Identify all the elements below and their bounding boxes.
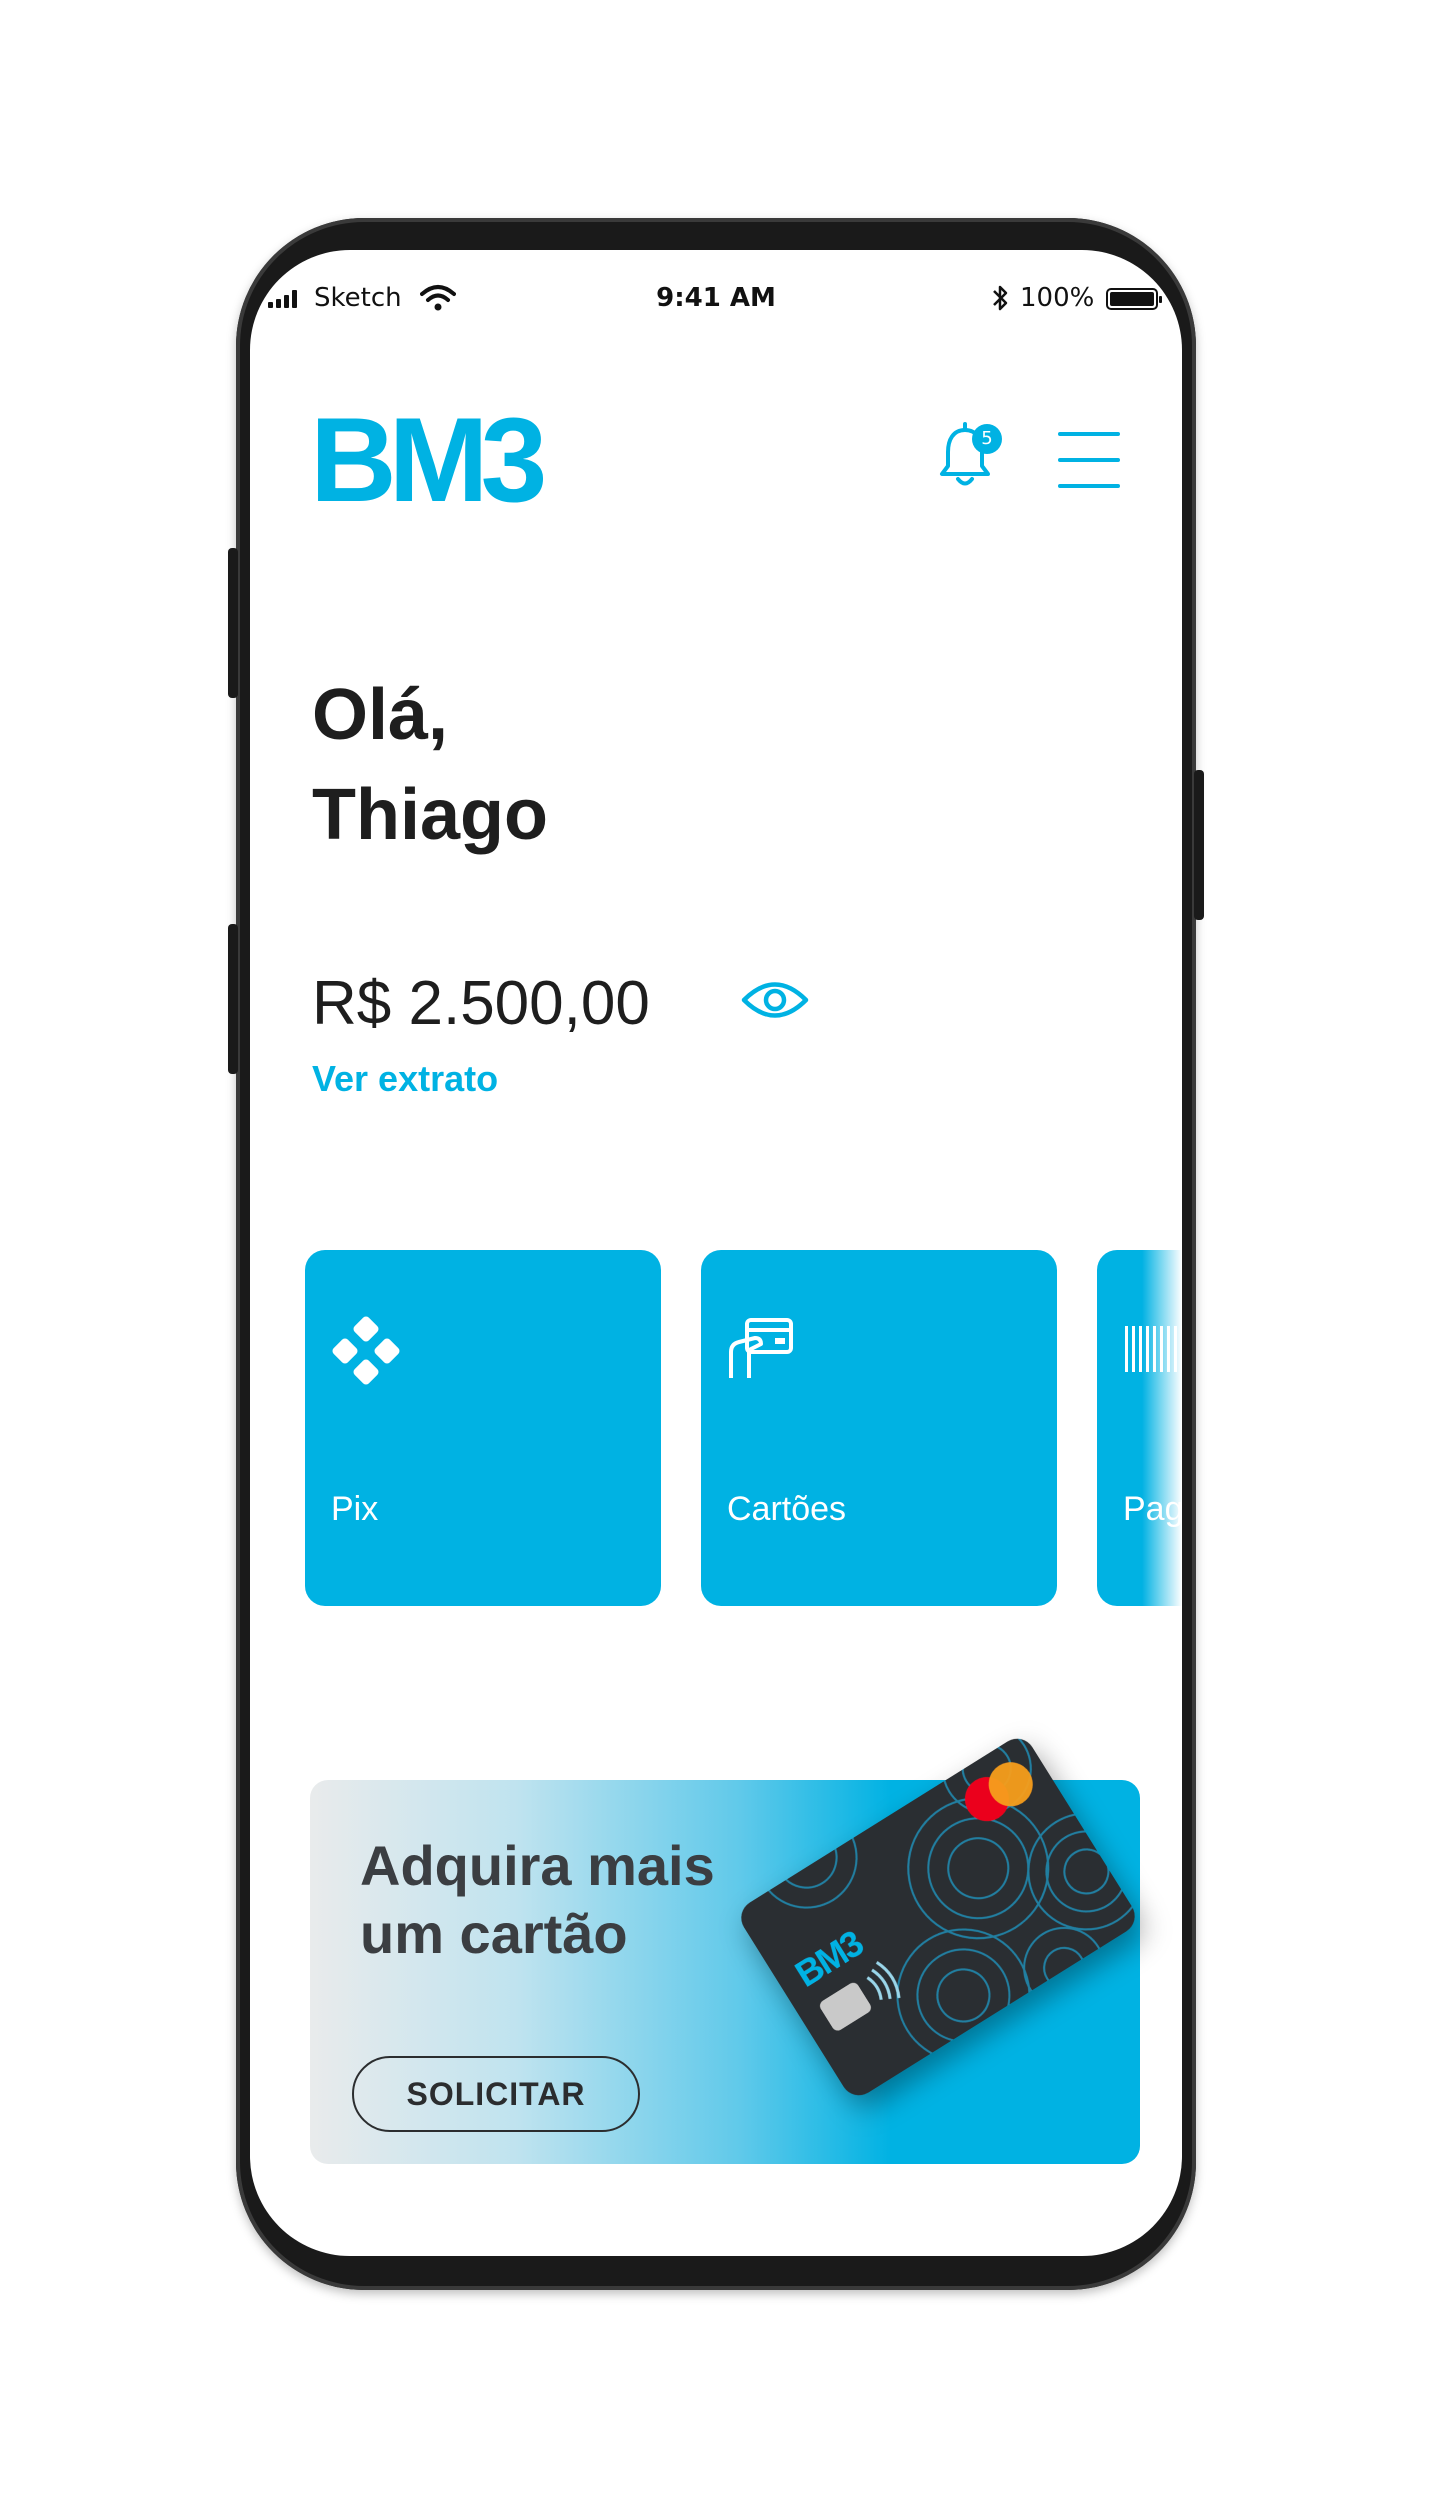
action-card-cartoes[interactable]: Cartões: [701, 1250, 1057, 1606]
battery-icon: [1106, 288, 1162, 310]
action-card-pix[interactable]: Pix: [305, 1250, 661, 1606]
card-in-hand-icon: [729, 1318, 793, 1378]
request-card-button[interactable]: SOLICITAR: [352, 2056, 640, 2132]
eye-icon[interactable]: [740, 975, 810, 1025]
greeting-line-1: Olá,: [312, 675, 449, 755]
bluetooth-icon: [993, 285, 1008, 311]
action-label: Pix: [331, 1490, 379, 1528]
volume-down-button: [228, 924, 238, 1074]
battery-percentage: 100%: [1020, 283, 1095, 313]
statement-link[interactable]: Ver extrato: [312, 1058, 498, 1100]
menu-icon[interactable]: [1058, 432, 1120, 488]
credit-card-image: BM3: [741, 1731, 1142, 2096]
promo-title: Adquira mais um cartão: [360, 1834, 715, 1965]
quick-actions-carousel[interactable]: Pix Cartões Paga: [305, 1250, 1182, 1610]
notification-badge: 5: [972, 424, 1002, 454]
volume-up-button: [228, 548, 238, 698]
phone-screen: Sketch 9:41 AM 100% BM3 5 Olá, Thiago R$…: [250, 250, 1182, 2256]
power-button: [1194, 770, 1204, 920]
bm3-logo: BM3: [310, 393, 547, 527]
greeting: Olá, Thiago: [312, 665, 548, 865]
action-label: Cartões: [727, 1490, 847, 1528]
pix-icon: [332, 1316, 400, 1385]
greeting-user-name: Thiago: [312, 775, 548, 855]
status-bar: Sketch 9:41 AM 100%: [250, 280, 1182, 320]
carousel-fade: [1142, 1250, 1182, 1610]
account-balance: R$ 2.500,00: [312, 969, 650, 1038]
promo-banner[interactable]: Adquira mais um cartão SOLICITAR BM3: [310, 1731, 1142, 2164]
